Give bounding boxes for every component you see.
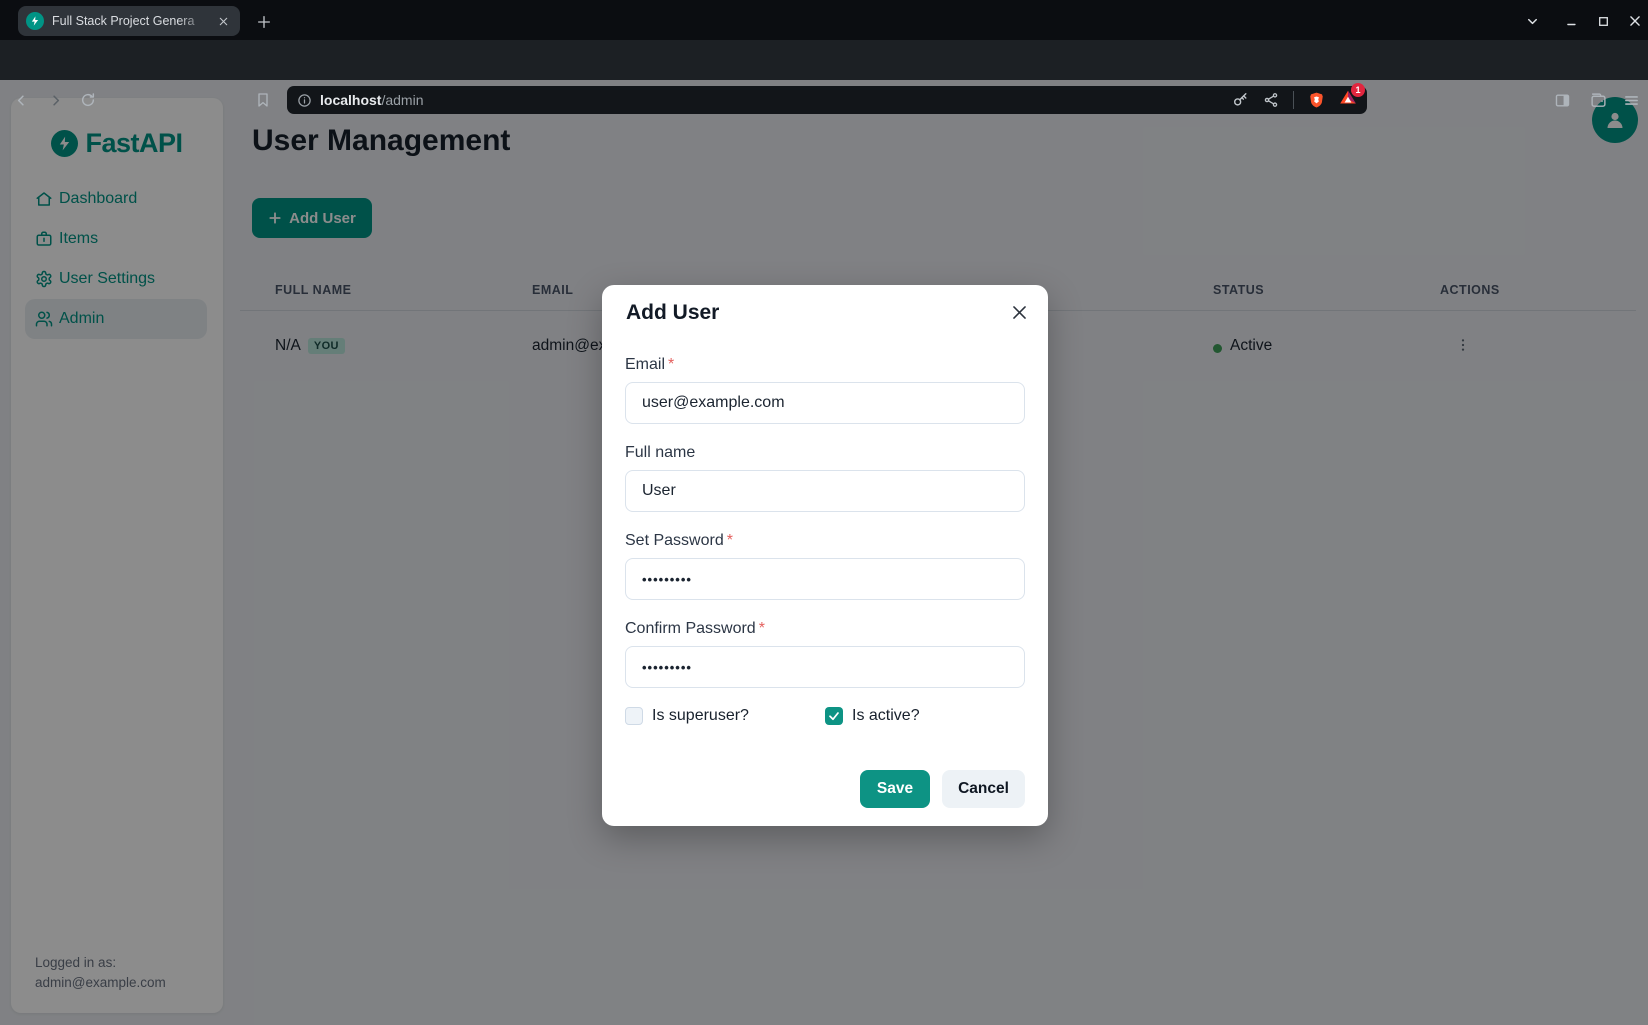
brave-rewards-button[interactable]: 1: [1339, 89, 1357, 111]
browser-chrome: Full Stack Project Genera: [0, 0, 1648, 80]
required-marker: *: [668, 356, 674, 373]
email-label: Email*: [625, 355, 1025, 375]
tab-search-chevron-button[interactable]: [1519, 8, 1545, 34]
full-name-field[interactable]: [625, 470, 1025, 512]
hamburger-icon: [1623, 92, 1640, 109]
address-bar[interactable]: localhost/admin 1: [287, 86, 1367, 114]
is-active-checkbox[interactable]: [825, 707, 843, 725]
sidebar-toggle-button[interactable]: [1550, 88, 1574, 112]
save-button[interactable]: Save: [860, 770, 930, 808]
is-superuser-checkbox[interactable]: [625, 707, 643, 725]
cancel-button[interactable]: Cancel: [942, 770, 1025, 808]
window-close-button[interactable]: [1622, 8, 1648, 34]
maximize-icon: [1597, 15, 1610, 28]
navigation-bar: localhost/admin 1: [0, 40, 1648, 80]
is-active-label: Is active?: [852, 707, 920, 725]
is-superuser-checkbox-group[interactable]: Is superuser?: [625, 707, 825, 725]
modal-buttons: Save Cancel: [625, 770, 1025, 808]
close-icon: [1628, 14, 1642, 28]
is-superuser-label: Is superuser?: [652, 707, 749, 725]
rewards-notification-badge: 1: [1351, 83, 1365, 97]
is-active-checkbox-group[interactable]: Is active?: [825, 707, 1025, 725]
wallet-icon: [1590, 92, 1607, 109]
bookmark-icon: [255, 92, 271, 108]
checkbox-row: Is superuser? Is active?: [625, 707, 1025, 725]
key-icon: [1232, 92, 1249, 109]
tab-bar: Full Stack Project Genera: [0, 0, 1648, 40]
forward-button[interactable]: [43, 88, 67, 112]
confirm-password-label: Confirm Password*: [625, 619, 1025, 639]
chevron-down-icon: [1525, 14, 1540, 29]
modal-title: Add User: [626, 301, 1025, 325]
window-minimize-button[interactable]: [1559, 8, 1585, 34]
url-host: localhost: [320, 92, 381, 108]
new-tab-button[interactable]: [252, 10, 276, 34]
share-button[interactable]: [1263, 92, 1279, 108]
minimize-icon: [1565, 14, 1579, 28]
menu-button[interactable]: [1619, 88, 1643, 112]
brave-shield-icon: [1308, 91, 1325, 109]
tab-favicon-bolt-icon: [26, 12, 44, 30]
reload-icon: [80, 92, 96, 108]
share-icon: [1263, 92, 1279, 108]
browser-tab[interactable]: Full Stack Project Genera: [18, 6, 240, 36]
password-key-button[interactable]: [1232, 92, 1249, 109]
site-info-icon[interactable]: [297, 93, 312, 108]
full-name-label: Full name: [625, 443, 1025, 463]
tab-title: Full Stack Project Genera: [52, 14, 214, 28]
required-marker: *: [727, 532, 733, 549]
set-password-label: Set Password*: [625, 531, 1025, 551]
wallet-button[interactable]: [1586, 88, 1610, 112]
forward-arrow-icon: [47, 92, 64, 109]
toolbar-divider: [1293, 91, 1294, 109]
plus-icon: [256, 14, 272, 30]
side-panel-icon: [1554, 92, 1571, 109]
back-arrow-icon: [13, 92, 30, 109]
set-password-field[interactable]: [625, 558, 1025, 600]
url-path: /admin: [381, 92, 423, 108]
tab-close-icon[interactable]: [214, 12, 232, 30]
reload-button[interactable]: [76, 88, 100, 112]
check-icon: [828, 710, 840, 722]
back-button[interactable]: [9, 88, 33, 112]
brave-shields-button[interactable]: [1308, 91, 1325, 109]
email-field[interactable]: [625, 382, 1025, 424]
confirm-password-field[interactable]: [625, 646, 1025, 688]
window-maximize-button[interactable]: [1590, 8, 1616, 34]
bookmarks-button[interactable]: [251, 88, 275, 112]
modal-close-button[interactable]: [1007, 300, 1031, 324]
close-icon: [1010, 303, 1029, 322]
add-user-modal: Add User Email* Full name Set Password* …: [602, 285, 1048, 826]
required-marker: *: [759, 620, 765, 637]
url-text: localhost/admin: [320, 92, 424, 108]
